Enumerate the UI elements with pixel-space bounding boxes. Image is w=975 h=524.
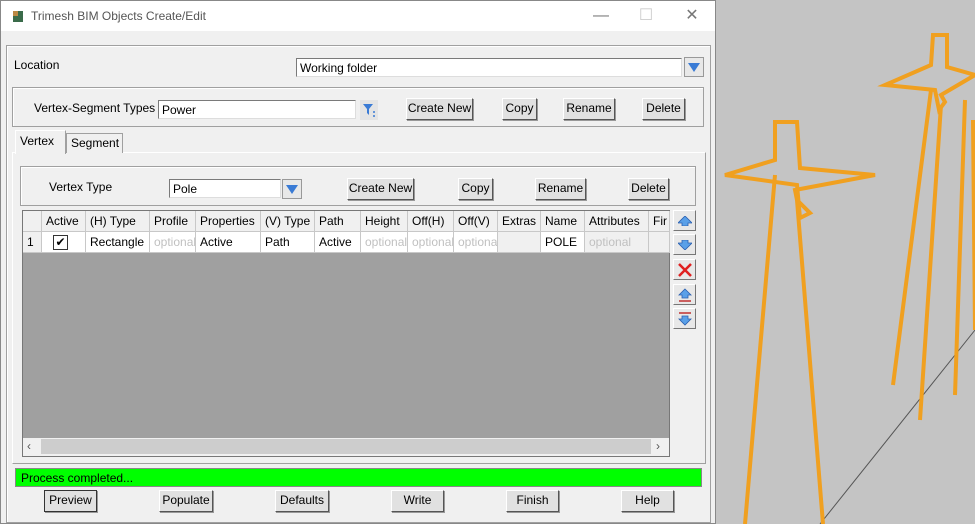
name-cell[interactable]: POLE <box>541 232 585 253</box>
column-header[interactable]: Off(H) <box>408 211 454 232</box>
tab-segment[interactable]: Segment <box>66 133 123 153</box>
fir-cell[interactable] <box>649 232 670 253</box>
scrollbar-thumb[interactable] <box>41 439 651 454</box>
defaults-button[interactable]: Defaults <box>275 490 329 512</box>
column-header[interactable]: Profile <box>150 211 196 232</box>
filter-icon[interactable] <box>360 100 378 120</box>
active-checkbox[interactable]: ✔ <box>53 235 68 250</box>
maximize-button[interactable]: ☐ <box>631 5 661 27</box>
vertex-type-input[interactable]: Pole <box>169 179 281 198</box>
3d-viewport[interactable] <box>715 0 975 524</box>
vertex-type-dropdown-button[interactable] <box>282 179 302 199</box>
location-label: Location <box>14 58 60 72</box>
off-h-cell[interactable]: optional <box>408 232 454 253</box>
off-v-cell[interactable]: optional <box>454 232 498 253</box>
active-cell[interactable]: ✔ <box>42 232 86 253</box>
row-number: 1 <box>23 232 42 253</box>
height-cell[interactable]: optional <box>361 232 408 253</box>
column-header[interactable]: Off(V) <box>454 211 498 232</box>
column-header[interactable]: (H) Type <box>86 211 150 232</box>
h-type-cell[interactable]: Rectangle <box>86 232 150 253</box>
help-button[interactable]: Help <box>621 490 674 512</box>
tab-vertex[interactable]: Vertex <box>15 130 66 154</box>
status-bar: Process completed... <box>15 468 702 487</box>
title-bar: Trimesh BIM Objects Create/Edit — ☐ ✕ <box>1 1 715 31</box>
finish-button[interactable]: Finish <box>506 490 559 512</box>
write-button[interactable]: Write <box>391 490 444 512</box>
vertex-type-label: Vertex Type <box>49 180 113 194</box>
vertex-copy-button[interactable]: Copy <box>458 178 493 200</box>
dialog-window: Trimesh BIM Objects Create/Edit — ☐ ✕ Lo… <box>0 0 716 524</box>
move-up-button[interactable] <box>673 210 696 231</box>
location-dropdown-button[interactable] <box>684 57 704 77</box>
v-type-cell[interactable]: Path <box>261 232 315 253</box>
delete-x-icon <box>677 262 692 277</box>
vertex-grid[interactable]: Active (H) Type Profile Properties (V) T… <box>22 210 670 457</box>
close-button[interactable]: ✕ <box>677 5 707 27</box>
preview-button[interactable]: Preview <box>44 490 97 512</box>
types-copy-button[interactable]: Copy <box>502 98 537 120</box>
move-down-button[interactable] <box>673 234 696 255</box>
arrow-top-icon <box>677 287 692 302</box>
location-input[interactable]: Working folder <box>296 58 682 77</box>
chevron-down-icon <box>688 62 700 72</box>
move-bottom-button[interactable] <box>673 308 696 329</box>
path-cell[interactable]: Active <box>315 232 361 253</box>
window-title: Trimesh BIM Objects Create/Edit <box>31 9 206 23</box>
populate-button[interactable]: Populate <box>159 490 213 512</box>
minimize-button[interactable]: — <box>586 5 616 27</box>
vertex-rename-button[interactable]: Rename <box>535 178 586 200</box>
column-header[interactable]: Active <box>42 211 86 232</box>
column-header[interactable]: Height <box>361 211 408 232</box>
scroll-left-icon[interactable]: ‹ <box>27 439 31 453</box>
types-create-new-button[interactable]: Create New <box>406 98 473 120</box>
delete-row-button[interactable] <box>673 259 696 280</box>
types-delete-button[interactable]: Delete <box>642 98 685 120</box>
column-header[interactable]: Attributes <box>585 211 649 232</box>
scroll-right-icon[interactable]: › <box>656 439 660 453</box>
arrow-up-icon <box>677 215 692 226</box>
column-header[interactable] <box>23 211 42 232</box>
vertex-delete-button[interactable]: Delete <box>628 178 669 200</box>
column-header[interactable]: Extras <box>498 211 541 232</box>
arrow-down-icon <box>677 239 692 250</box>
column-header[interactable]: Name <box>541 211 585 232</box>
arrow-bottom-icon <box>677 311 692 326</box>
column-header[interactable]: Fir <box>649 211 670 232</box>
app-icon <box>13 11 23 22</box>
column-header[interactable]: Path <box>315 211 361 232</box>
profile-cell[interactable]: optional <box>150 232 196 253</box>
attributes-cell[interactable]: optional <box>585 232 649 253</box>
extras-cell[interactable] <box>498 232 541 253</box>
horizontal-scrollbar[interactable]: ‹ › <box>23 438 669 456</box>
move-top-button[interactable] <box>673 284 696 305</box>
chevron-down-icon <box>286 184 298 194</box>
types-input[interactable]: Power <box>158 100 356 119</box>
types-label: Vertex-Segment Types <box>34 101 156 115</box>
column-header[interactable]: (V) Type <box>261 211 315 232</box>
column-header[interactable]: Properties <box>196 211 261 232</box>
properties-cell[interactable]: Active <box>196 232 261 253</box>
vertex-create-new-button[interactable]: Create New <box>347 178 414 200</box>
types-rename-button[interactable]: Rename <box>563 98 615 120</box>
